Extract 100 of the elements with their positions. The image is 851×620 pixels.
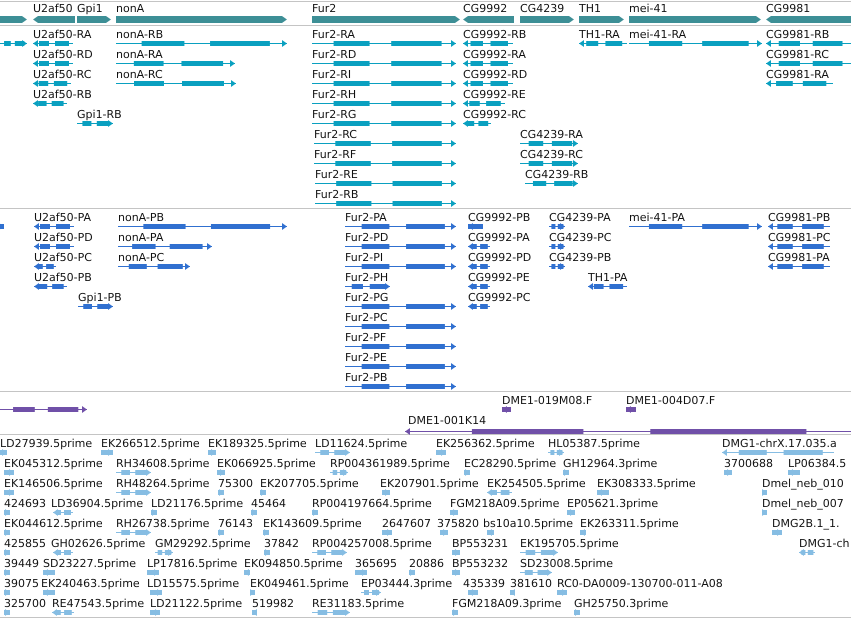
- transcript-glyph[interactable]: [312, 60, 456, 67]
- est-glyph[interactable]: [436, 449, 446, 456]
- est-glyph[interactable]: [563, 469, 569, 476]
- est-glyph[interactable]: [312, 549, 347, 556]
- transcript-glyph[interactable]: [314, 160, 456, 167]
- est-glyph[interactable]: [772, 529, 782, 536]
- gene-bar[interactable]: [33, 16, 75, 23]
- protein-glyph[interactable]: [345, 223, 456, 230]
- est-glyph[interactable]: [312, 509, 318, 516]
- protein-glyph[interactable]: [345, 303, 456, 310]
- gene-bar[interactable]: [520, 16, 574, 23]
- transcript-glyph[interactable]: [116, 40, 287, 47]
- est-glyph[interactable]: [788, 469, 800, 476]
- est-glyph[interactable]: [264, 549, 270, 556]
- protein-glyph[interactable]: [768, 243, 830, 250]
- est-glyph[interactable]: [116, 469, 151, 476]
- est-glyph[interactable]: [440, 529, 448, 536]
- transcript-glyph[interactable]: [33, 100, 67, 107]
- est-glyph[interactable]: [520, 549, 558, 556]
- est-glyph[interactable]: [567, 509, 575, 516]
- est-glyph[interactable]: [312, 609, 350, 616]
- transcript-glyph[interactable]: [77, 120, 113, 127]
- est-glyph[interactable]: [0, 449, 7, 456]
- transcript-glyph[interactable]: [116, 60, 235, 67]
- est-glyph[interactable]: [315, 449, 350, 456]
- est-glyph[interactable]: [464, 469, 470, 476]
- est-glyph[interactable]: [151, 509, 157, 516]
- est-glyph[interactable]: [260, 489, 266, 496]
- est-glyph[interactable]: [799, 549, 815, 556]
- est-glyph[interactable]: [382, 529, 392, 536]
- est-glyph[interactable]: [330, 469, 348, 476]
- transcript-glyph[interactable]: [629, 40, 762, 47]
- gene-bar[interactable]: [0, 16, 27, 23]
- protein-glyph[interactable]: [588, 283, 627, 290]
- est-glyph[interactable]: [450, 509, 458, 516]
- gene-bar[interactable]: [77, 16, 111, 23]
- transcript-glyph[interactable]: [312, 100, 456, 107]
- gene-bar[interactable]: [629, 16, 761, 23]
- transcript-glyph[interactable]: [766, 40, 851, 47]
- protein-glyph[interactable]: [78, 303, 113, 310]
- protein-glyph[interactable]: [34, 243, 74, 250]
- protein-glyph[interactable]: [345, 323, 456, 330]
- est-glyph[interactable]: [116, 489, 151, 496]
- est-glyph[interactable]: [557, 589, 567, 596]
- est-glyph[interactable]: [4, 489, 14, 496]
- est-glyph[interactable]: [116, 529, 151, 536]
- est-glyph[interactable]: [452, 549, 460, 556]
- est-glyph[interactable]: [574, 609, 580, 616]
- transcript-glyph[interactable]: [520, 160, 578, 167]
- est-glyph[interactable]: [217, 469, 225, 476]
- protein-glyph[interactable]: [468, 243, 490, 250]
- est-glyph[interactable]: [762, 489, 767, 496]
- est-glyph[interactable]: [252, 609, 257, 616]
- transcript-glyph[interactable]: [312, 80, 456, 87]
- est-glyph[interactable]: [155, 549, 173, 556]
- transcript-glyph[interactable]: [116, 80, 236, 87]
- est-glyph[interactable]: [52, 609, 74, 616]
- protein-glyph[interactable]: [118, 243, 212, 250]
- protein-glyph[interactable]: [768, 263, 830, 270]
- est-glyph[interactable]: [53, 509, 73, 516]
- est-glyph[interactable]: [250, 589, 255, 596]
- protein-glyph[interactable]: [345, 263, 456, 270]
- est-glyph[interactable]: [548, 449, 564, 456]
- est-glyph[interactable]: [361, 589, 381, 596]
- est-glyph[interactable]: [43, 589, 55, 596]
- est-glyph[interactable]: [4, 469, 14, 476]
- protein-glyph[interactable]: [34, 263, 56, 270]
- est-glyph[interactable]: [101, 449, 113, 456]
- transcript-glyph[interactable]: [520, 140, 578, 147]
- clone-glyph[interactable]: [626, 406, 636, 413]
- transcript-glyph[interactable]: [314, 140, 456, 147]
- transcript-glyph[interactable]: [315, 200, 456, 207]
- transcript-glyph[interactable]: [33, 80, 71, 87]
- est-glyph[interactable]: [4, 589, 10, 596]
- est-glyph[interactable]: [355, 569, 367, 576]
- est-glyph[interactable]: [468, 589, 478, 596]
- transcript-glyph[interactable]: [463, 120, 491, 127]
- protein-glyph[interactable]: [768, 223, 830, 230]
- clone-glyph[interactable]: [0, 406, 87, 413]
- protein-glyph[interactable]: [118, 223, 287, 230]
- est-glyph[interactable]: [722, 449, 834, 456]
- est-glyph[interactable]: [487, 489, 512, 496]
- est-glyph[interactable]: [4, 509, 10, 516]
- est-glyph[interactable]: [53, 549, 73, 556]
- est-glyph[interactable]: [724, 469, 732, 476]
- protein-glyph[interactable]: [468, 223, 483, 230]
- protein-glyph[interactable]: [34, 283, 67, 290]
- est-glyph[interactable]: [208, 449, 216, 456]
- transcript-glyph[interactable]: [766, 80, 833, 87]
- transcript-glyph[interactable]: [463, 80, 513, 87]
- est-glyph[interactable]: [520, 569, 552, 576]
- est-glyph[interactable]: [580, 529, 586, 536]
- est-glyph[interactable]: [4, 529, 10, 536]
- est-glyph[interactable]: [251, 509, 257, 516]
- protein-glyph[interactable]: [345, 243, 456, 250]
- est-glyph[interactable]: [4, 569, 10, 576]
- protein-glyph[interactable]: [468, 303, 490, 310]
- est-glyph[interactable]: [263, 529, 269, 536]
- est-glyph[interactable]: [510, 589, 515, 596]
- protein-glyph[interactable]: [0, 223, 4, 230]
